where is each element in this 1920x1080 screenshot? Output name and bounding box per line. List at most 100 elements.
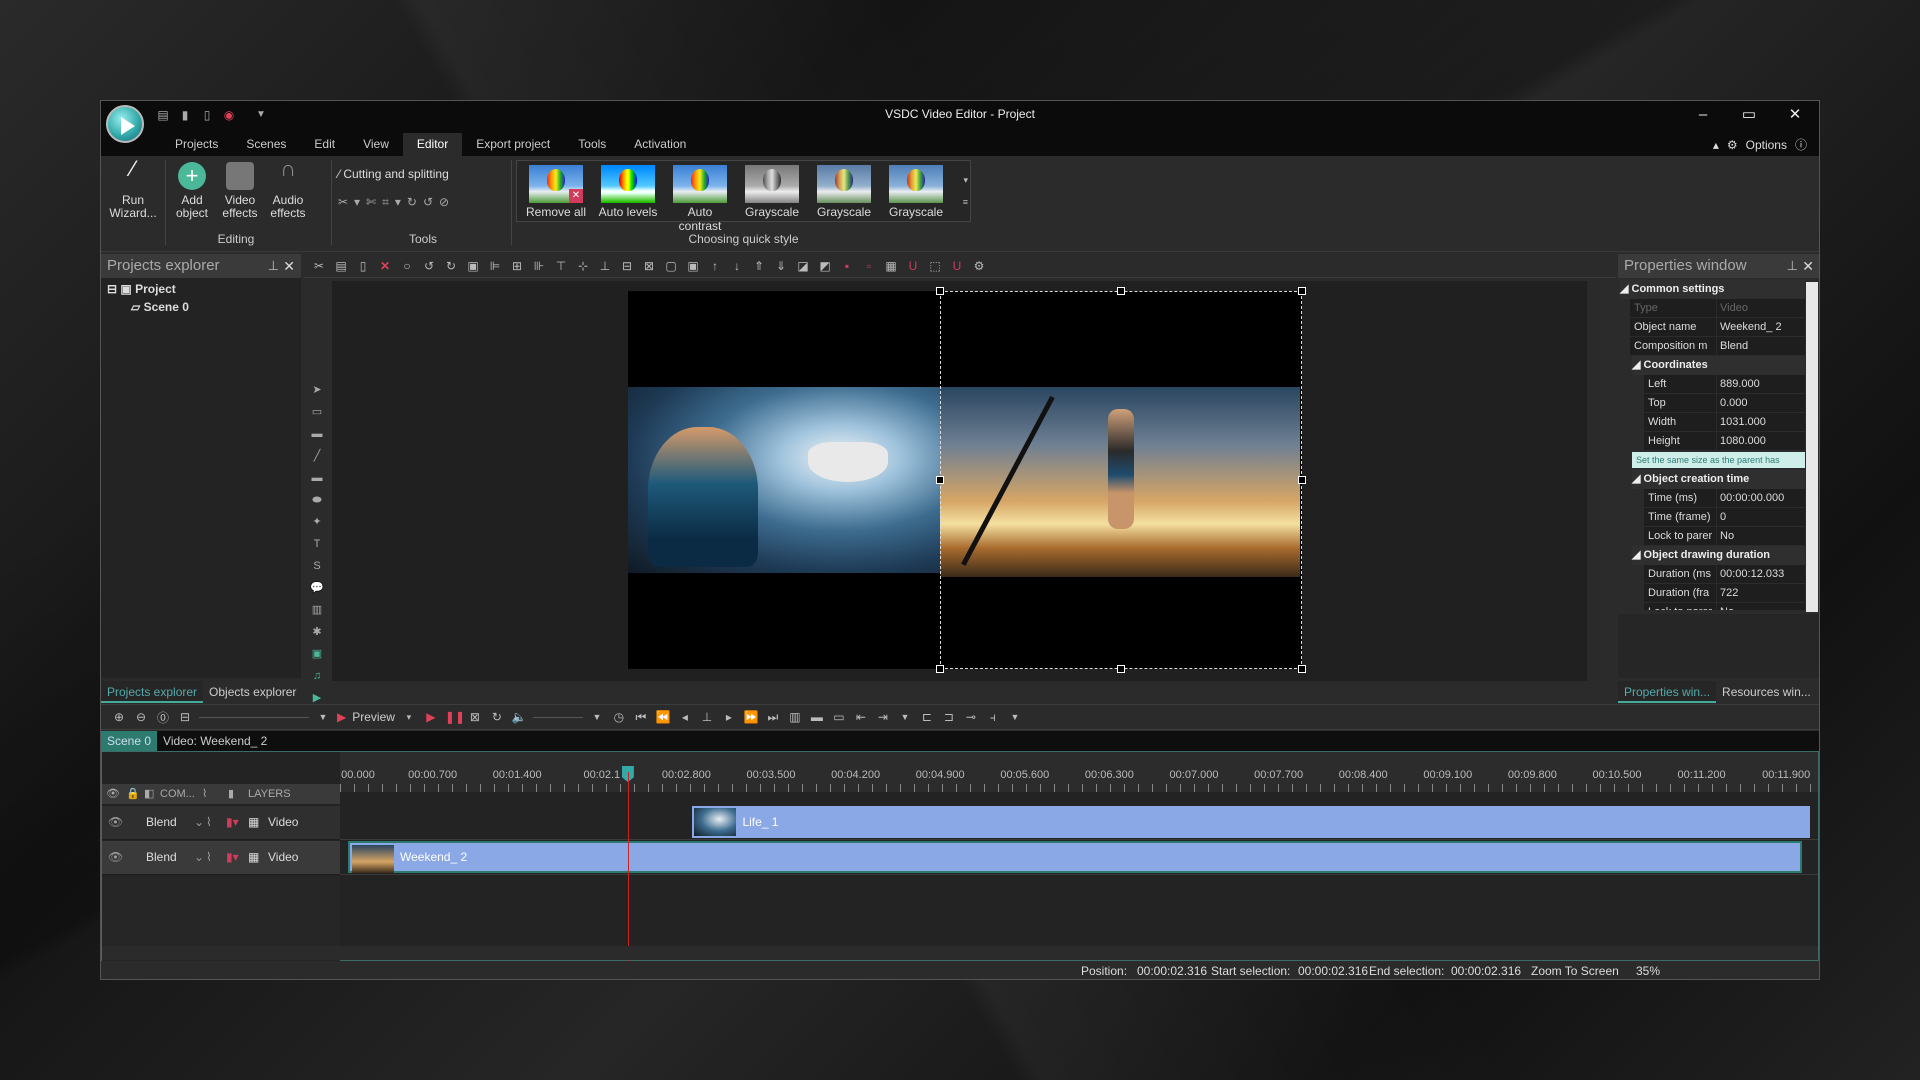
close-pane-icon[interactable]: ✕ — [283, 254, 295, 278]
align-center-icon[interactable]: ⊞ — [508, 257, 526, 275]
sprite-icon[interactable]: ▭ — [308, 403, 326, 421]
clip-life-1[interactable]: Life_ 1 — [692, 806, 1810, 838]
zoom-slider[interactable] — [199, 716, 309, 718]
ellipse-icon[interactable]: ⬬ — [308, 491, 326, 509]
callout-icon[interactable]: 💬 — [308, 579, 326, 597]
section-object-drawing-duration[interactable]: ◢ Object drawing duration — [1632, 546, 1805, 565]
tab-objects-explorer[interactable]: Objects explorer — [203, 681, 302, 703]
align-top-icon[interactable]: ⊤ — [552, 257, 570, 275]
pointer-icon[interactable]: ➤ — [308, 381, 326, 399]
quick-style-auto-contrast[interactable]: Auto contrast — [665, 165, 735, 233]
video-frame-life-1[interactable] — [628, 387, 940, 573]
prop-time-frame[interactable]: Time (frame) 0 — [1644, 508, 1805, 527]
prop-top[interactable]: Top 0.000 — [1644, 394, 1805, 413]
preview-button[interactable]: Preview — [352, 710, 395, 724]
timeline-ruler[interactable]: 00.000 00:00.700 00:01.400 00:02.1 00:02.800… — [340, 752, 1818, 792]
pin-icon[interactable]: ⊥ — [1787, 254, 1798, 278]
magnet-icon[interactable]: U — [904, 257, 922, 275]
resize-handle[interactable] — [1298, 287, 1306, 295]
undo-icon[interactable]: ↺ — [420, 257, 438, 275]
rewind-icon[interactable]: ⏪ — [655, 710, 671, 724]
layer-row-1[interactable]: 👁 Blend ⌄ ⌇ ▮▾ ▦ Video — [102, 806, 340, 840]
paste-icon[interactable]: ▯ — [354, 257, 372, 275]
quick-style-remove-all[interactable]: ✕ Remove all — [521, 165, 591, 219]
zoom-percent[interactable]: 35% — [1636, 961, 1660, 979]
align-right-icon[interactable]: ⊪ — [530, 257, 548, 275]
mark-out-icon[interactable]: ⇥ — [875, 710, 891, 724]
tab-activation[interactable]: Activation — [620, 133, 700, 156]
same-size-as-parent-button[interactable]: Set the same size as the parent has — [1632, 452, 1805, 468]
zoom-to-screen-button[interactable]: Zoom To Screen — [1531, 961, 1619, 979]
snap-corner-icon[interactable]: ▫ — [860, 257, 878, 275]
volume-dropdown-icon[interactable]: ▼ — [589, 712, 605, 722]
visibility-icon[interactable]: 👁 — [108, 815, 123, 829]
volume-slider[interactable] — [532, 716, 583, 718]
chevron-down-icon[interactable]: ⌄ — [194, 850, 204, 864]
same-size-icon[interactable]: ▢ — [662, 257, 680, 275]
go-to-end-icon[interactable]: ⏭ — [765, 710, 781, 725]
layers-icon[interactable]: ▬ — [308, 425, 326, 443]
circle-icon[interactable]: ○ — [398, 257, 416, 275]
tab-scenes[interactable]: Scenes — [232, 133, 300, 156]
clock-icon[interactable]: ◷ — [611, 710, 627, 724]
quick-style-auto-levels[interactable]: Auto levels — [593, 165, 663, 219]
bounds-icon[interactable]: ⬚ — [926, 257, 944, 275]
track-color-icon[interactable]: ▮▾ — [226, 815, 239, 829]
quick-style-grayscale-1[interactable]: Grayscale — [737, 165, 807, 219]
bring-to-front-icon[interactable]: ⇑ — [750, 257, 768, 275]
options-button[interactable]: Options — [1746, 138, 1787, 152]
line-icon[interactable]: ╱ — [308, 447, 326, 465]
layer-row-2[interactable]: 👁 Blend ⌄ ⌇ ▮▾ ▦ Video — [102, 841, 340, 875]
prop-left[interactable]: Left 889.000 — [1644, 375, 1805, 394]
canvas-vertical-scrollbar[interactable] — [1587, 281, 1601, 681]
distribute-horizontal-icon[interactable]: ⊠ — [640, 257, 658, 275]
align-end-icon[interactable]: ⊐ — [941, 710, 957, 724]
split-icon[interactable]: ▥ — [787, 710, 803, 724]
clip-weekend-2[interactable]: Weekend_ 2 — [348, 841, 1803, 873]
track-2[interactable]: Weekend_ 2 — [340, 841, 1818, 875]
zoom-100-icon[interactable]: ⓪ — [155, 709, 171, 726]
prop-duration-lock[interactable]: Lock to parerNo — [1644, 603, 1805, 611]
audio-effects-button[interactable]: ∩ Audio effects — [265, 158, 311, 220]
fast-forward-icon[interactable]: ⏩ — [743, 710, 759, 724]
chevron-down-icon[interactable]: ⌄ — [194, 815, 204, 829]
resize-handle[interactable] — [936, 287, 944, 295]
subtitle-icon[interactable]: S — [308, 557, 326, 575]
quick-style-grayscale-2[interactable]: Grayscale — [809, 165, 879, 219]
move-up-icon[interactable]: ↑ — [706, 257, 724, 275]
zoom-in-icon[interactable]: ⊕ — [111, 710, 127, 724]
distribute-vertical-icon[interactable]: ⊟ — [618, 257, 636, 275]
pause-icon[interactable]: ❚❚ — [445, 710, 465, 724]
quick-style-grayscale-3[interactable]: Grayscale — [881, 165, 951, 219]
track-color-icon[interactable]: ▮▾ — [226, 850, 239, 864]
grid-icon[interactable]: ▦ — [882, 257, 900, 275]
select-all-icon[interactable]: ▣ — [464, 257, 482, 275]
loop-icon[interactable]: ↻ — [489, 710, 505, 724]
tab-edit[interactable]: Edit — [300, 133, 349, 156]
gallery-expand-icon[interactable]: ≡ — [963, 197, 968, 207]
text-icon[interactable]: T — [308, 535, 326, 553]
video-effects-button[interactable]: Video effects — [217, 162, 263, 220]
preview-play-icon[interactable]: ▶ — [337, 710, 346, 724]
align-middle-icon[interactable]: ⊹ — [574, 257, 592, 275]
resize-handle[interactable] — [1117, 287, 1125, 295]
prop-duration-ms[interactable]: Duration (ms 00:00:12.033 — [1644, 565, 1805, 584]
movement-icon[interactable]: ✱ — [308, 623, 326, 641]
magnet-alt-icon[interactable]: U — [948, 257, 966, 275]
fit-parent-icon[interactable]: ▣ — [684, 257, 702, 275]
blend-mode-select[interactable]: Blend — [146, 815, 177, 829]
scene-canvas[interactable] — [332, 281, 1601, 681]
section-common-settings[interactable]: ◢ Common settings — [1620, 280, 1805, 299]
chart-icon[interactable]: ▥ — [308, 601, 326, 619]
audio-icon[interactable]: ♫ — [308, 667, 326, 685]
freeform-icon[interactable]: ✦ — [308, 513, 326, 531]
group-icon[interactable]: ◪ — [794, 257, 812, 275]
audio-wave-icon[interactable]: ⌇ — [206, 815, 212, 829]
pin-icon[interactable]: ⊥ — [268, 254, 279, 278]
play-icon[interactable]: ▶ — [423, 710, 439, 724]
copy-icon[interactable]: ▤ — [332, 257, 350, 275]
tool-icons[interactable]: ✂▾✄⌗▾↻↺⊘ — [338, 196, 455, 209]
selection-box[interactable] — [936, 287, 1306, 673]
prop-duration-frames[interactable]: Duration (fra 722 — [1644, 584, 1805, 603]
delete-icon[interactable]: ✕ — [376, 257, 394, 275]
